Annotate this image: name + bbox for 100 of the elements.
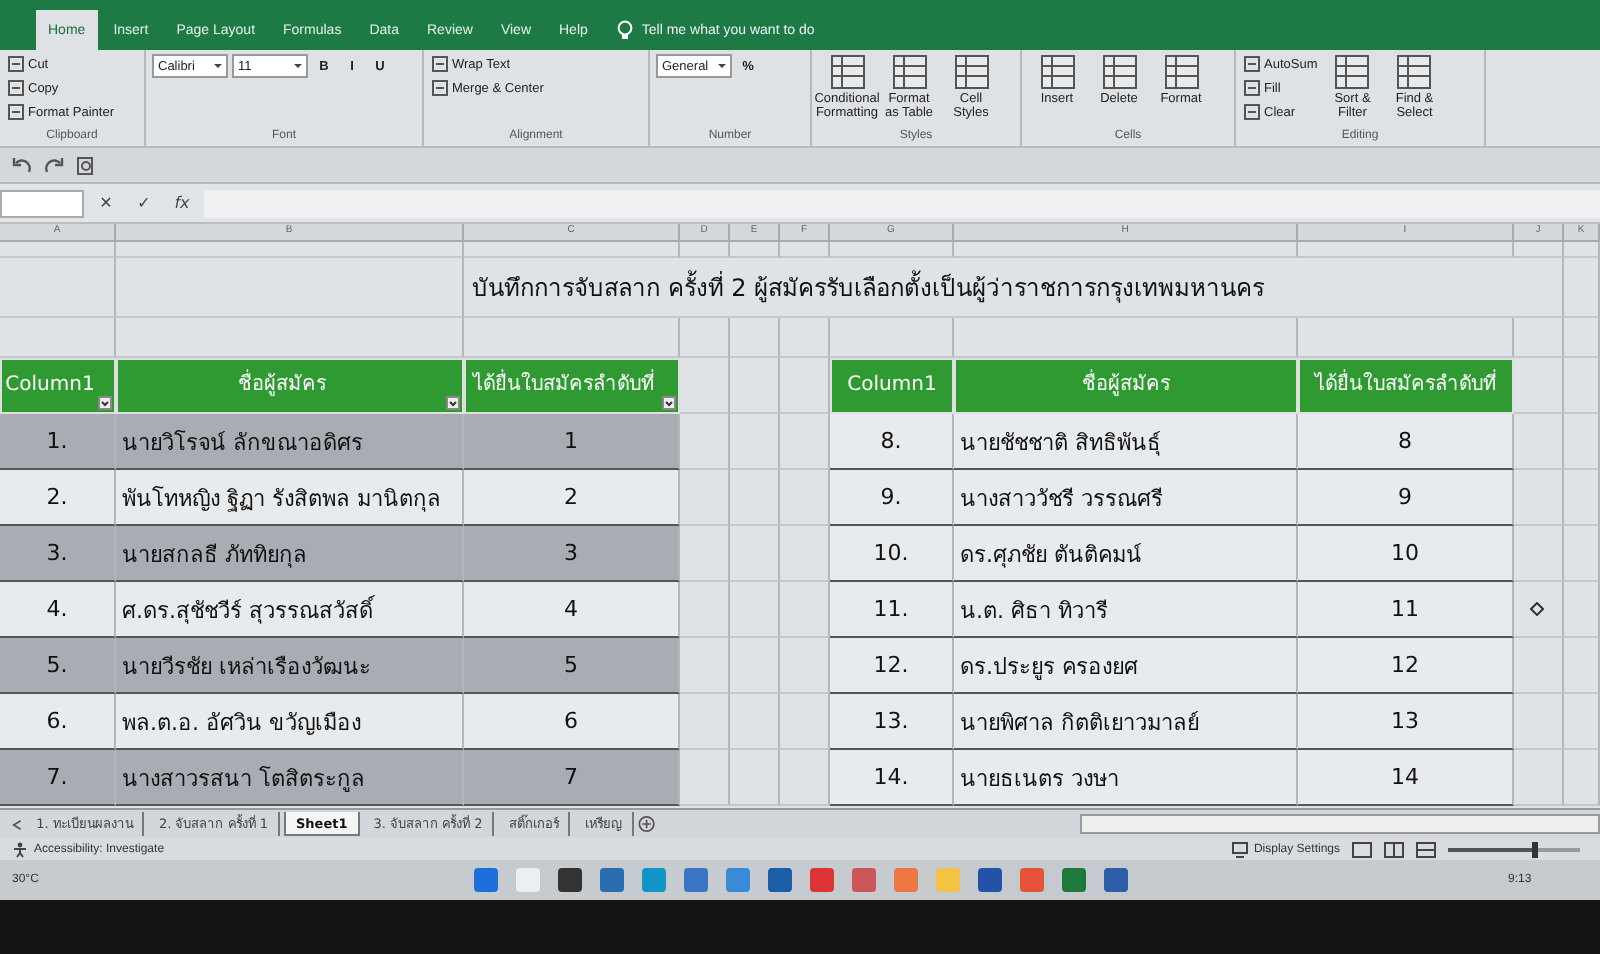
empty-cell[interactable] [730, 470, 780, 526]
table-cell: 9. [830, 470, 954, 526]
empty-cell[interactable] [1514, 694, 1564, 750]
header-text: ได้ยื่นใบสมัครลำดับที่ [1315, 370, 1497, 402]
empty-cell[interactable] [1564, 750, 1600, 806]
command-icon [432, 56, 448, 72]
table-cell: 13. [830, 694, 954, 750]
app-icon [891, 866, 919, 894]
empty-cell[interactable] [1564, 694, 1600, 750]
empty-cell[interactable] [680, 694, 730, 750]
table-cell: นายชัชชาติ สิทธิพันธุ์ [954, 414, 1298, 470]
table-cell: นายธเนตร วงษา [954, 750, 1298, 806]
empty-cell[interactable] [1514, 582, 1564, 638]
app-icon [555, 866, 583, 894]
table-cell: 12 [1298, 638, 1514, 694]
empty-cell[interactable] [680, 638, 730, 694]
empty-cell[interactable] [680, 470, 730, 526]
table-cell: 2. [0, 470, 116, 526]
table-cell: 1 [464, 414, 680, 470]
app-icon [1101, 866, 1129, 894]
diamond-marker-icon [1530, 602, 1544, 616]
empty-cell[interactable] [730, 414, 780, 470]
empty-cell[interactable] [0, 242, 116, 258]
empty-cell[interactable] [730, 318, 780, 358]
table-cell: 13 [1298, 694, 1514, 750]
table-cell: 11 [1298, 582, 1514, 638]
empty-cell[interactable] [680, 358, 730, 414]
empty-cell[interactable] [116, 258, 464, 318]
empty-cell[interactable] [730, 582, 780, 638]
app-icon [933, 866, 961, 894]
filter-dropdown-icon [446, 396, 460, 410]
header-text: Column1 [5, 372, 95, 400]
insert-function-button[interactable]: fx [166, 194, 198, 212]
empty-cell[interactable] [680, 526, 730, 582]
command-icon [8, 56, 24, 72]
empty-cell[interactable] [954, 242, 1298, 258]
empty-cell[interactable] [1514, 358, 1564, 414]
empty-cell[interactable] [1564, 358, 1600, 414]
empty-cell[interactable] [730, 638, 780, 694]
empty-cell[interactable] [1564, 470, 1600, 526]
app-icon [765, 866, 793, 894]
empty-cell[interactable] [1564, 258, 1600, 318]
empty-cell[interactable] [1514, 318, 1564, 358]
empty-cell[interactable] [1514, 750, 1564, 806]
empty-cell[interactable] [680, 750, 730, 806]
header-text: ได้ยื่นใบสมัครลำดับที่ [473, 370, 655, 402]
slider-thumb[interactable] [1531, 841, 1538, 857]
empty-cell[interactable] [1514, 638, 1564, 694]
empty-cell[interactable] [1514, 258, 1564, 318]
enter-button[interactable]: ✓ [128, 194, 160, 212]
app-icon [513, 866, 541, 894]
horizontal-scrollbar[interactable] [1079, 814, 1600, 834]
table-cell: 11. [830, 582, 954, 638]
table-cell: 8 [1298, 414, 1514, 470]
empty-cell[interactable] [730, 242, 780, 258]
empty-cell[interactable] [1564, 582, 1600, 638]
command-icon [1244, 80, 1260, 96]
empty-cell[interactable] [680, 582, 730, 638]
empty-cell[interactable] [680, 318, 730, 358]
scroll-left-icon [12, 817, 23, 831]
command-icon [1244, 104, 1260, 120]
undo-icon [12, 156, 32, 174]
empty-cell[interactable] [1298, 242, 1514, 258]
empty-cell[interactable] [1564, 526, 1600, 582]
add-sheet-icon [638, 814, 656, 834]
empty-cell[interactable] [1564, 414, 1600, 470]
page-break-icon [1416, 841, 1436, 857]
app-icon [471, 866, 499, 894]
table-cell: นายสกลธี ภัททิยกุล [116, 526, 464, 582]
empty-cell[interactable] [680, 414, 730, 470]
empty-cell[interactable] [1564, 242, 1600, 258]
empty-cell[interactable] [730, 750, 780, 806]
empty-cell[interactable] [1514, 414, 1564, 470]
name-box[interactable] [0, 189, 84, 217]
table-cell: 6 [464, 694, 680, 750]
table-cell: พันโทหญิง ฐิฏา รังสิตพล มานิตกุล [116, 470, 464, 526]
empty-cell[interactable] [730, 358, 780, 414]
empty-cell[interactable] [464, 242, 680, 258]
table-cell: 10. [830, 526, 954, 582]
empty-cell[interactable] [830, 242, 954, 258]
cancel-button[interactable]: ✕ [90, 194, 122, 212]
command-icon [432, 80, 448, 96]
empty-cell[interactable] [0, 258, 116, 318]
empty-cell[interactable] [1564, 318, 1600, 358]
empty-cell[interactable] [1564, 638, 1600, 694]
empty-cell[interactable] [680, 242, 730, 258]
table-cell: ศ.ดร.สุชัชวีร์ สุวรรณสวัสดิ์ [116, 582, 464, 638]
empty-cell[interactable] [730, 694, 780, 750]
command-icon [1244, 56, 1260, 72]
empty-cell[interactable] [780, 318, 830, 358]
table-cell: นางสาววัชรี วรรณศรี [954, 470, 1298, 526]
empty-cell[interactable] [1514, 470, 1564, 526]
empty-cell[interactable] [730, 526, 780, 582]
empty-cell[interactable] [116, 242, 464, 258]
empty-cell[interactable] [1514, 242, 1564, 258]
redo-icon [44, 156, 64, 174]
table-cell: 8. [830, 414, 954, 470]
empty-cell[interactable] [780, 242, 830, 258]
accessibility-icon [12, 841, 28, 857]
empty-cell[interactable] [1514, 526, 1564, 582]
